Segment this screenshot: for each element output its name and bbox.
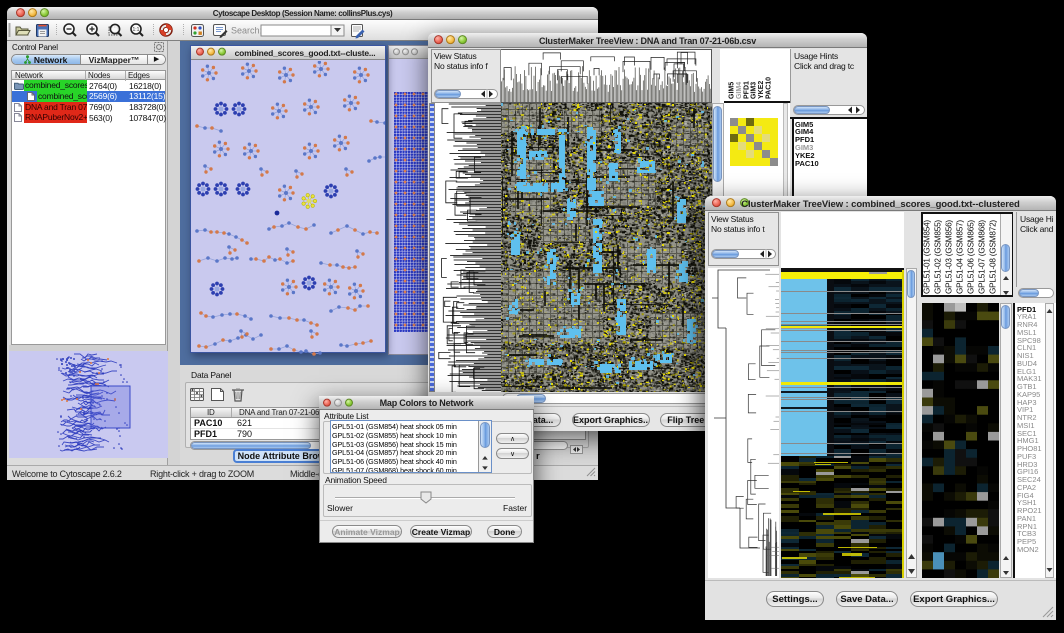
svg-text:YKE2: YKE2 [758, 81, 765, 99]
svg-text:GPL51-06 (GSM865): GPL51-06 (GSM865) [967, 220, 976, 294]
svg-text:GIM5: GIM5 [729, 82, 736, 99]
svg-text:GIM4: GIM4 [736, 82, 743, 99]
svg-text:GPL51-03 (GSM856): GPL51-03 (GSM856) [945, 220, 954, 294]
svg-text:GPL51-01 (GSM854): GPL51-01 (GSM854) [923, 220, 932, 294]
svg-text:GPL51-02 (GSM855): GPL51-02 (GSM855) [934, 220, 943, 294]
svg-text:GPL51-04 (GSM857): GPL51-04 (GSM857) [956, 220, 965, 294]
svg-text:PAC10: PAC10 [766, 77, 773, 99]
svg-text:GIM3: GIM3 [751, 82, 758, 99]
svg-text:GPL51-07 (GSM868): GPL51-07 (GSM868) [978, 220, 987, 294]
svg-text:PFD1: PFD1 [743, 81, 750, 99]
svg-text:GPL51-08 (GSM872): GPL51-08 (GSM872) [989, 220, 998, 294]
svg-text:1:1: 1:1 [133, 27, 140, 33]
svg-text:Search:: Search: [231, 26, 262, 36]
